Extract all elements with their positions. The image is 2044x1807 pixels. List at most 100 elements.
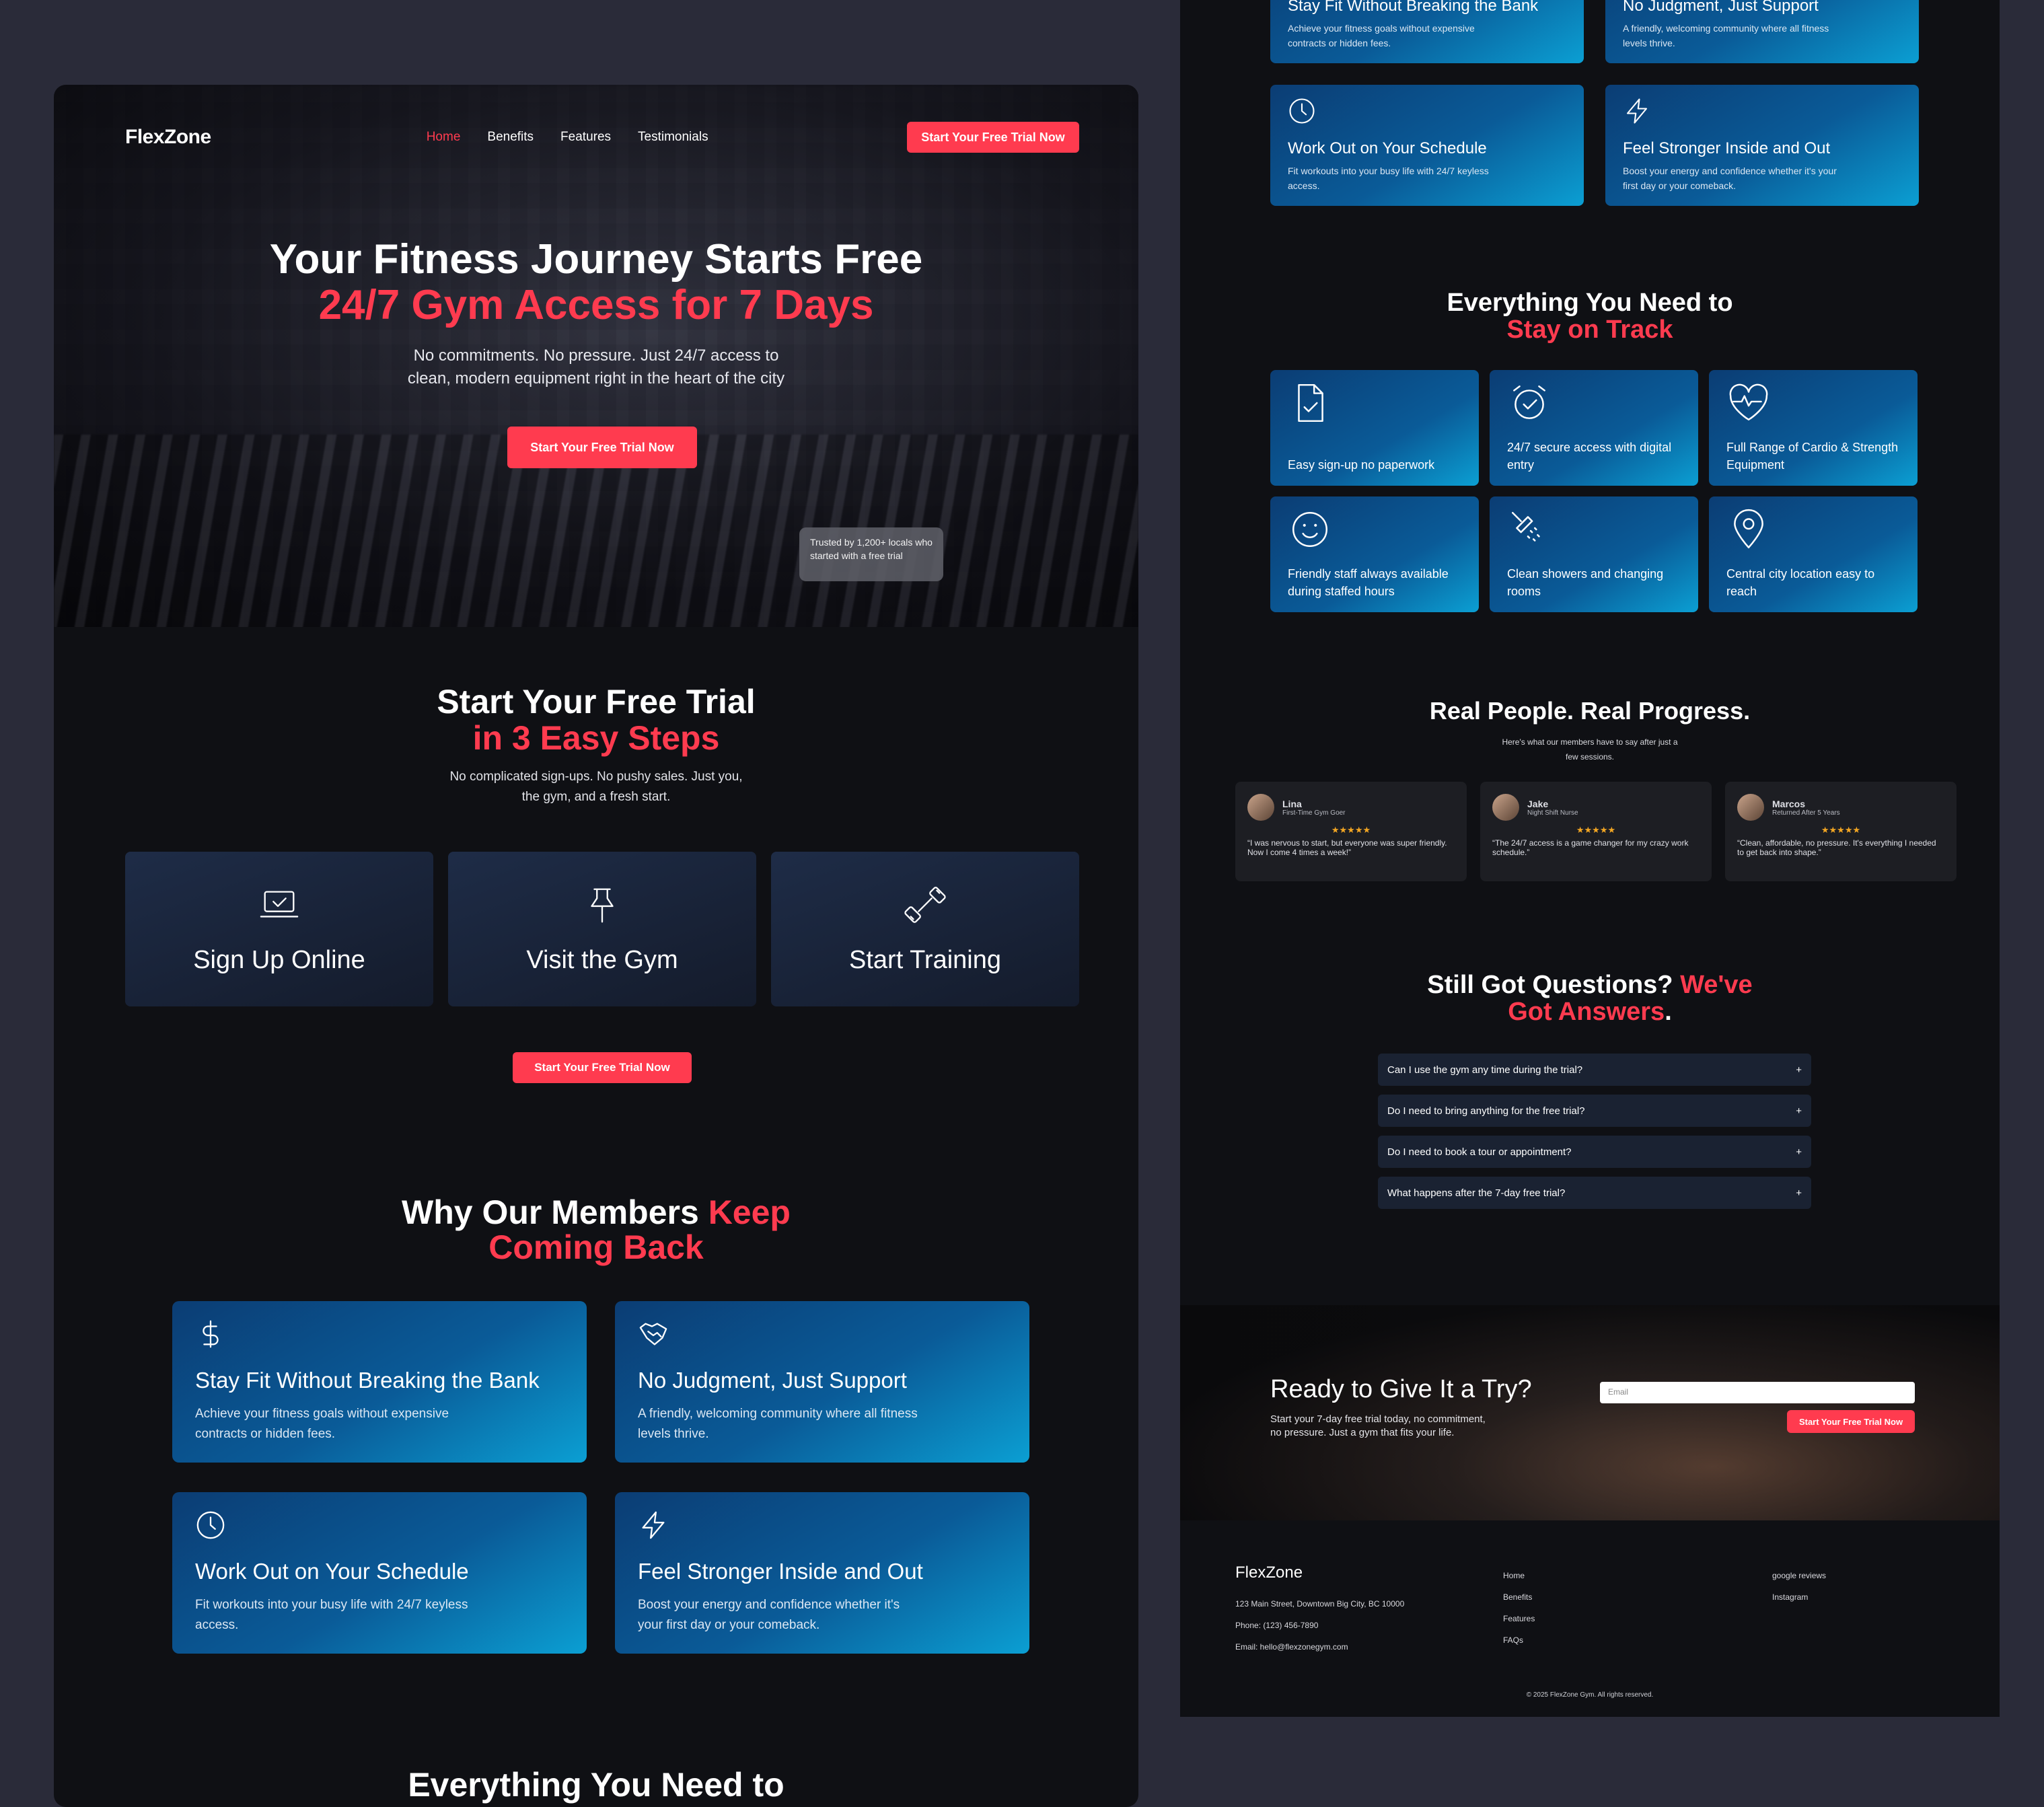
testimonials-subtitle-line1: Here's what our members have to say afte… bbox=[1502, 737, 1678, 747]
why-title-red2: Coming Back bbox=[488, 1228, 704, 1266]
feature-item: Friendly staff always available during s… bbox=[1270, 496, 1479, 612]
testimonial-name: Jake bbox=[1527, 798, 1549, 809]
feature-label: Central city location easy to reach bbox=[1726, 567, 1875, 598]
why-card[interactable]: Stay Fit Without Breaking the Bank Achie… bbox=[1270, 0, 1584, 63]
dumbbell-icon bbox=[904, 886, 946, 923]
steps-row: Sign Up Online Visit the Gym Start Train… bbox=[125, 852, 1079, 1006]
plus-icon[interactable]: + bbox=[1796, 1064, 1802, 1076]
lightning-icon bbox=[642, 1511, 665, 1539]
heart-pulse-icon bbox=[1729, 383, 1768, 420]
why-title-white: Why Our Members bbox=[402, 1193, 699, 1231]
faq-item[interactable]: What happens after the 7-day free trial?… bbox=[1378, 1177, 1811, 1209]
footer-brand: FlexZone bbox=[1235, 1563, 1303, 1582]
faq-question: Do I need to book a tour or appointment? bbox=[1387, 1146, 1572, 1158]
why-card[interactable]: No Judgment, Just Support A friendly, we… bbox=[1605, 0, 1919, 63]
footer-phone: Phone: (123) 456-7890 bbox=[1235, 1621, 1319, 1630]
why-card[interactable]: Stay Fit Without Breaking the Bank Achie… bbox=[172, 1301, 587, 1463]
avatar bbox=[1247, 794, 1274, 821]
nav-links: Home Benefits Features Testimonials bbox=[427, 130, 708, 145]
faq-title-white: Still Got Questions? bbox=[1427, 971, 1673, 999]
why-card[interactable]: Work Out on Your Schedule Fit workouts i… bbox=[1270, 85, 1584, 206]
faq-question: Can I use the gym any time during the tr… bbox=[1387, 1064, 1583, 1076]
steps-title: Start Your Free Trial in 3 Easy Steps bbox=[54, 684, 1138, 756]
why-title: Why Our Members Keep Coming Back bbox=[54, 1195, 1138, 1265]
footer-links: Home Benefits Features FAQs bbox=[1503, 1565, 1535, 1651]
testimonials-subtitle: Here's what our members have to say afte… bbox=[1180, 735, 2000, 764]
step-card-training[interactable]: Start Training bbox=[771, 852, 1079, 1006]
footer-link-google-reviews[interactable]: google reviews bbox=[1772, 1565, 1826, 1586]
steps-cta-button[interactable]: Start Your Free Trial Now bbox=[513, 1052, 692, 1083]
nav-link-home[interactable]: Home bbox=[427, 130, 461, 145]
step-card-visit[interactable]: Visit the Gym bbox=[448, 852, 756, 1006]
testimonials-row: Lina First-Time Gym Goer ★★★★★ “I was ner… bbox=[1235, 782, 1957, 881]
faq-item[interactable]: Do I need to bring anything for the free… bbox=[1378, 1095, 1811, 1127]
step-card-sign-up[interactable]: Sign Up Online bbox=[125, 852, 433, 1006]
feature-item: Full Range of Cardio & Strength Equipmen… bbox=[1709, 370, 1918, 486]
features-grid: Easy sign-up no paperwork 24/7 secure ac… bbox=[1270, 370, 1918, 612]
lightning-icon bbox=[1626, 98, 1648, 124]
steps-subtitle: No complicated sign-ups. No pushy sales.… bbox=[54, 767, 1138, 807]
testimonial-card: Lina First-Time Gym Goer ★★★★★ “I was ner… bbox=[1235, 782, 1467, 881]
why-cards: Stay Fit Without Breaking the Bank Achie… bbox=[172, 1301, 1029, 1654]
laptop-check-icon bbox=[260, 890, 299, 918]
features-title-line1: Everything You Need to bbox=[1447, 289, 1733, 317]
nav-cta-button[interactable]: Start Your Free Trial Now bbox=[907, 122, 1079, 153]
why-card-title: Stay Fit Without Breaking the Bank bbox=[1288, 0, 1539, 15]
logo[interactable]: FlexZone bbox=[125, 126, 211, 149]
cta-section: Ready to Give It a Try? Start your 7-day… bbox=[1180, 1305, 2000, 1520]
dollar-icon bbox=[203, 1320, 219, 1348]
footer-link-instagram[interactable]: Instagram bbox=[1772, 1586, 1826, 1608]
why-card-title: Stay Fit Without Breaking the Bank bbox=[195, 1368, 540, 1393]
feature-item: 24/7 secure access with digital entry bbox=[1490, 370, 1698, 486]
step-label: Sign Up Online bbox=[193, 945, 365, 974]
testimonial-name: Marcos bbox=[1772, 798, 1806, 809]
faq-item[interactable]: Can I use the gym any time during the tr… bbox=[1378, 1054, 1811, 1086]
hero-title-line2: 24/7 Gym Access for 7 Days bbox=[318, 282, 874, 328]
footer-email: Email: hello@flexzonegym.com bbox=[1235, 1642, 1348, 1652]
faq-title-dot: . bbox=[1665, 998, 1672, 1026]
document-check-icon bbox=[1298, 383, 1323, 422]
steps-title-line1: Start Your Free Trial bbox=[437, 683, 756, 721]
footer-link-features[interactable]: Features bbox=[1503, 1608, 1535, 1629]
nav-link-testimonials[interactable]: Testimonials bbox=[638, 130, 708, 145]
hero-section: FlexZone Home Benefits Features Testimon… bbox=[54, 85, 1138, 627]
faq-item[interactable]: Do I need to book a tour or appointment?… bbox=[1378, 1136, 1811, 1168]
star-rating: ★★★★★ bbox=[1821, 825, 1861, 835]
why-card[interactable]: No Judgment, Just Support A friendly, we… bbox=[615, 1301, 1029, 1463]
right-panel: Stay Fit Without Breaking the Bank Achie… bbox=[1180, 0, 2000, 1717]
nav-link-features[interactable]: Features bbox=[560, 130, 611, 145]
handshake-icon bbox=[639, 1323, 667, 1345]
footer-link-faqs[interactable]: FAQs bbox=[1503, 1629, 1535, 1651]
faq-title: Still Got Questions? We've Got Answers. bbox=[1180, 971, 2000, 1025]
hero-subtitle-line1: No commitments. No pressure. Just 24/7 a… bbox=[413, 346, 779, 365]
plus-icon[interactable]: + bbox=[1796, 1105, 1802, 1117]
faq-title-red2: Got Answers bbox=[1508, 998, 1665, 1026]
why-card[interactable]: Work Out on Your Schedule Fit workouts i… bbox=[172, 1492, 587, 1654]
why-card[interactable]: Feel Stronger Inside and Out Boost your … bbox=[615, 1492, 1029, 1654]
plus-icon[interactable]: + bbox=[1796, 1146, 1802, 1158]
step-label: Start Training bbox=[849, 945, 1001, 974]
trust-badge: Trusted by 1,200+ locals who started wit… bbox=[799, 527, 943, 581]
smile-icon bbox=[1292, 512, 1327, 547]
why-card[interactable]: Feel Stronger Inside and Out Boost your … bbox=[1605, 85, 1919, 206]
copyright: © 2025 FlexZone Gym. All rights reserved… bbox=[1526, 1691, 1654, 1699]
plus-icon[interactable]: + bbox=[1796, 1187, 1802, 1199]
hero-subtitle-line2: clean, modern equipment right in the hea… bbox=[407, 369, 785, 388]
testimonial-quote: “Clean, affordable, no pressure. It's ev… bbox=[1737, 838, 1936, 857]
star-rating: ★★★★★ bbox=[1576, 825, 1616, 835]
hero-cta-button[interactable]: Start Your Free Trial Now bbox=[507, 427, 697, 468]
steps-subtitle-line2: the gym, and a fresh start. bbox=[521, 790, 671, 804]
why-card-desc: A friendly, welcoming community where al… bbox=[638, 1407, 918, 1441]
feature-label: 24/7 secure access with digital entry bbox=[1507, 441, 1672, 472]
email-input[interactable]: Email bbox=[1600, 1382, 1915, 1403]
why-card-desc: Boost your energy and confidence whether… bbox=[1623, 165, 1837, 191]
footer-link-benefits[interactable]: Benefits bbox=[1503, 1586, 1535, 1608]
footer-link-home[interactable]: Home bbox=[1503, 1565, 1535, 1586]
avatar bbox=[1492, 794, 1519, 821]
why-card-title: Work Out on Your Schedule bbox=[195, 1559, 469, 1584]
nav-link-benefits[interactable]: Benefits bbox=[487, 130, 534, 145]
star-rating: ★★★★★ bbox=[1331, 825, 1371, 835]
feature-item: Central city location easy to reach bbox=[1709, 496, 1918, 612]
why-cards-repeat: Stay Fit Without Breaking the Bank Achie… bbox=[1270, 0, 1919, 206]
cta-submit-button[interactable]: Start Your Free Trial Now bbox=[1787, 1410, 1915, 1433]
